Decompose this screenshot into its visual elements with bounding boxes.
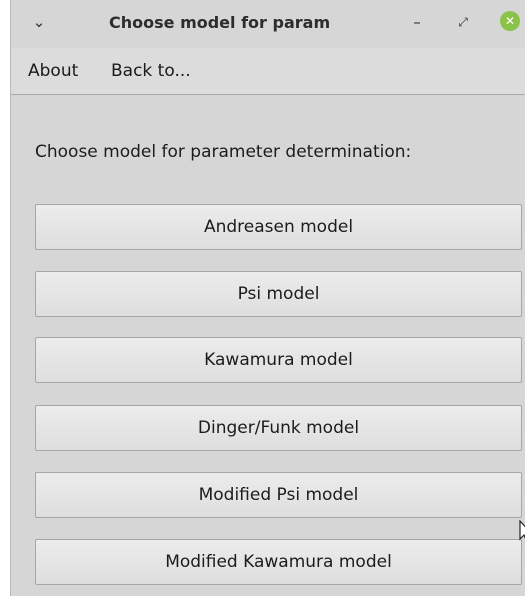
kawamura-model-button[interactable]: Kawamura model (35, 337, 522, 383)
window-menu-chevron-icon[interactable]: ⌄ (27, 10, 51, 34)
modified-psi-model-button[interactable]: Modified Psi model (35, 472, 522, 518)
prompt-label: Choose model for parameter determination… (35, 142, 412, 162)
minimize-icon[interactable]: – (405, 10, 429, 34)
dialog-window: ⌄ Choose model for param – ⤢ ✕ About Bac… (10, 0, 525, 596)
window-title: Choose model for param (109, 13, 331, 32)
andreasen-model-button[interactable]: Andreasen model (35, 204, 522, 250)
title-bar[interactable]: ⌄ Choose model for param – ⤢ ✕ (11, 0, 525, 46)
psi-model-button[interactable]: Psi model (35, 271, 522, 317)
dinger-funk-model-button[interactable]: Dinger/Funk model (35, 405, 522, 451)
mouse-pointer-icon (519, 520, 525, 541)
menu-back-to[interactable]: Back to... (111, 48, 191, 94)
maximize-icon[interactable]: ⤢ (451, 10, 475, 34)
modified-kawamura-model-button[interactable]: Modified Kawamura model (35, 539, 522, 585)
menu-bar: About Back to... (11, 48, 525, 95)
close-icon[interactable]: ✕ (500, 11, 520, 31)
menu-about[interactable]: About (28, 48, 78, 94)
